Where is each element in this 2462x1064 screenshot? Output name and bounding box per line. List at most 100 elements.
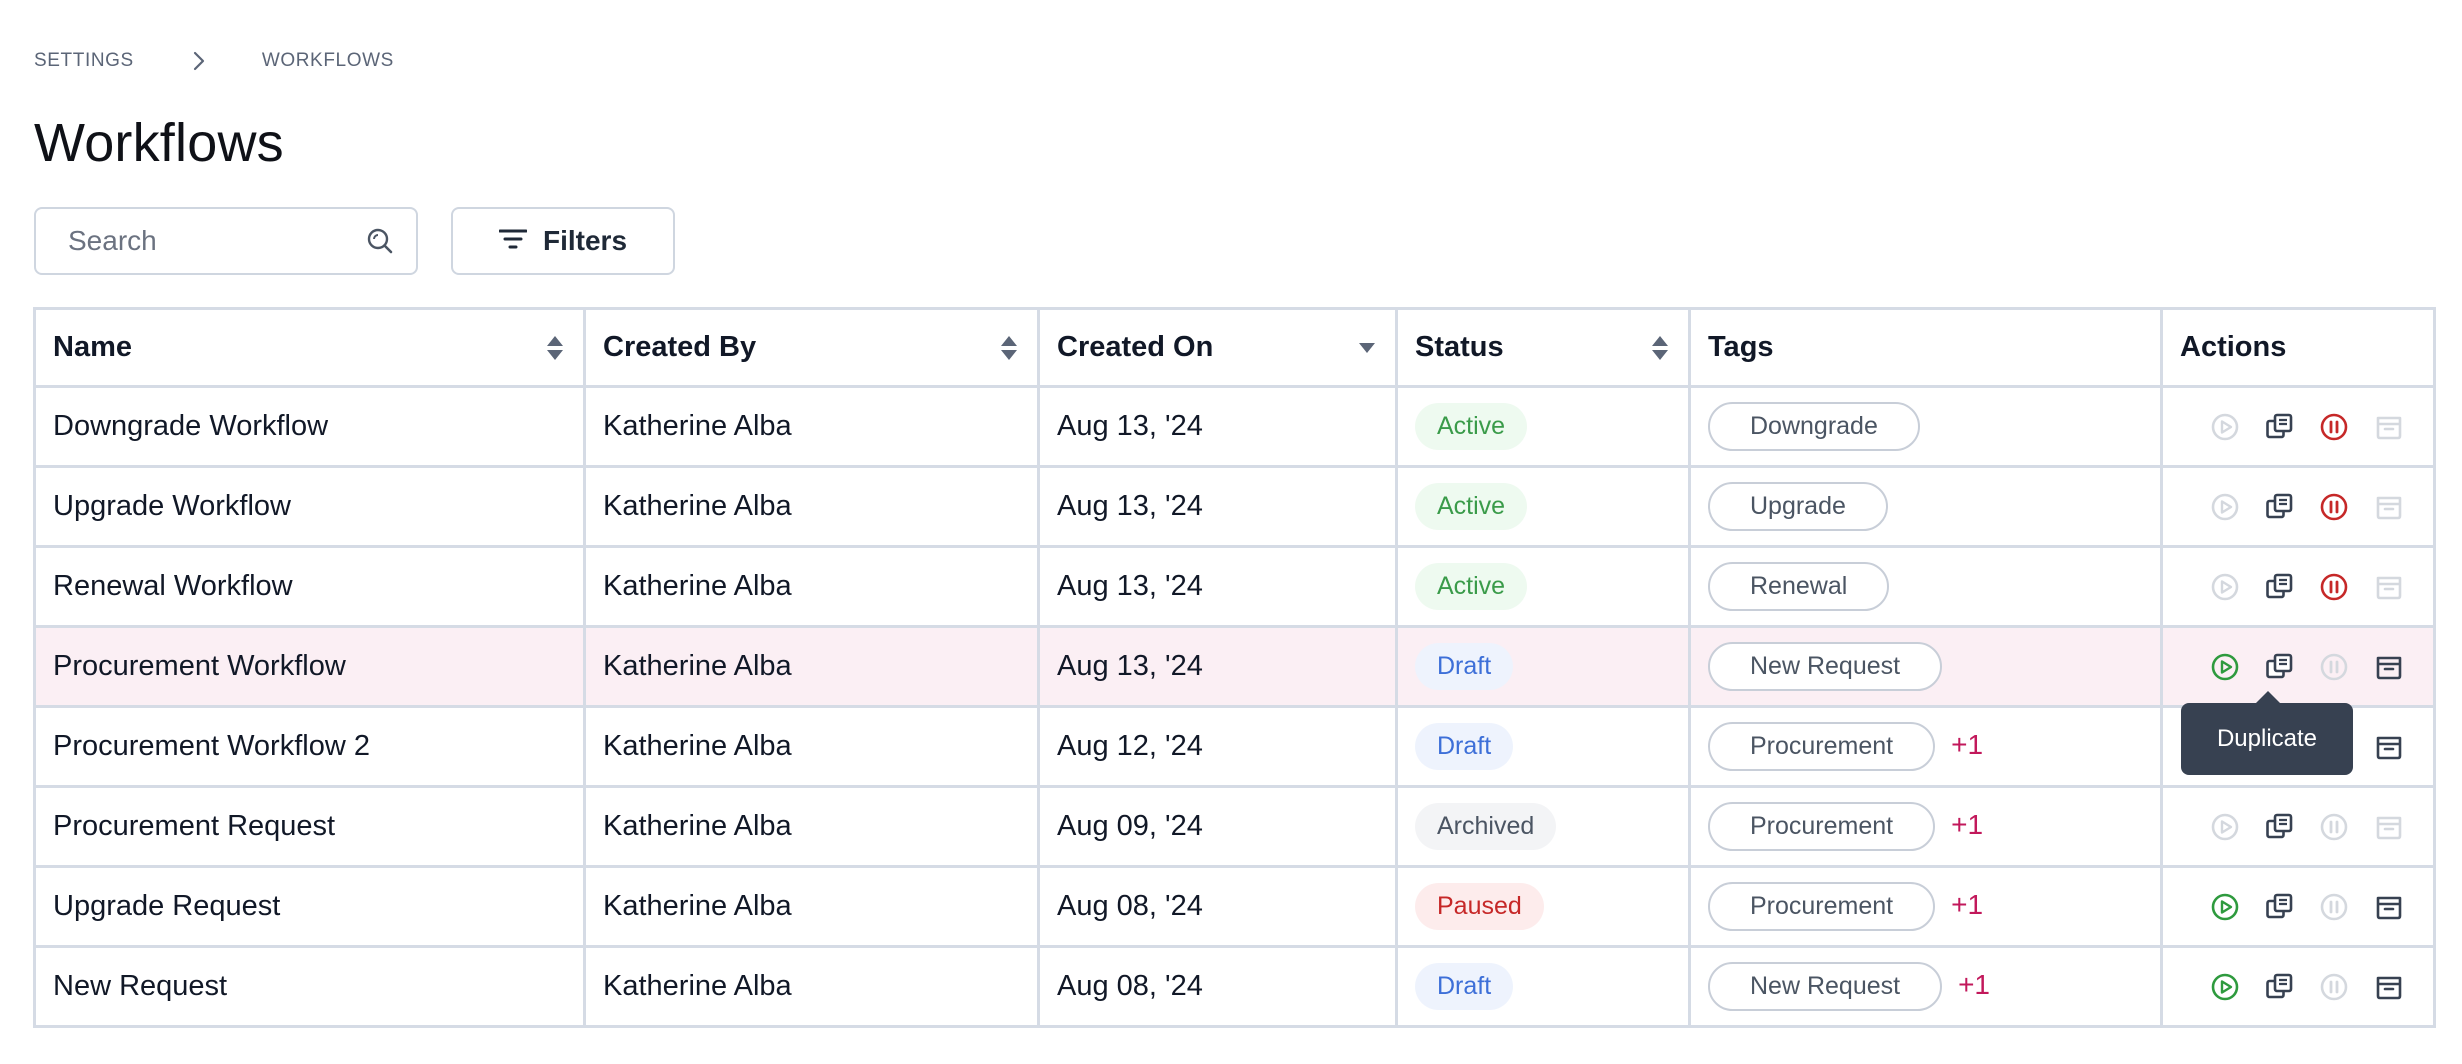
table-body: Downgrade Workflow Katherine Alba Aug 13… bbox=[33, 385, 2436, 1028]
table-row[interactable]: Upgrade Workflow Katherine Alba Aug 13, … bbox=[33, 465, 2436, 548]
duplicate-icon[interactable] bbox=[2253, 807, 2308, 847]
table-header-row: Name Created By Created On Status Tags A… bbox=[33, 307, 2436, 388]
pause-circle-icon[interactable] bbox=[2307, 407, 2362, 447]
column-header-created-by[interactable]: Created By bbox=[583, 307, 1040, 388]
archive-icon[interactable] bbox=[2362, 967, 2417, 1007]
status-badge: Paused bbox=[1415, 883, 1544, 930]
cell-tags: Renewal bbox=[1688, 545, 2163, 628]
search-input[interactable] bbox=[68, 225, 364, 257]
cell-created-on: Aug 13, '24 bbox=[1037, 385, 1398, 468]
cell-actions bbox=[2160, 945, 2436, 1028]
cell-created-by: Katherine Alba bbox=[583, 465, 1040, 548]
cell-name[interactable]: New Request bbox=[33, 945, 586, 1028]
play-circle-icon[interactable] bbox=[2198, 887, 2253, 927]
archive-icon bbox=[2362, 807, 2417, 847]
archive-icon[interactable] bbox=[2362, 727, 2417, 767]
column-header-status[interactable]: Status bbox=[1395, 307, 1691, 388]
play-circle-icon[interactable] bbox=[2198, 647, 2253, 687]
duplicate-icon[interactable] bbox=[2253, 567, 2308, 607]
cell-created-by: Katherine Alba bbox=[583, 785, 1040, 868]
archive-icon[interactable] bbox=[2362, 647, 2417, 687]
more-tags-link[interactable]: +1 bbox=[1951, 889, 1983, 920]
tag-chip[interactable]: New Request bbox=[1708, 962, 1943, 1011]
chevron-right-icon bbox=[188, 50, 210, 72]
row-actions bbox=[2180, 807, 2416, 847]
tag-chip[interactable]: Downgrade bbox=[1708, 402, 1920, 451]
cell-status: Archived bbox=[1395, 785, 1691, 868]
cell-created-on: Aug 09, '24 bbox=[1037, 785, 1398, 868]
play-circle-icon bbox=[2198, 407, 2253, 447]
cell-name[interactable]: Upgrade Request bbox=[33, 865, 586, 948]
cell-name[interactable]: Renewal Workflow bbox=[33, 545, 586, 628]
column-header-tags: Tags bbox=[1688, 307, 2163, 388]
pause-circle-icon[interactable] bbox=[2307, 567, 2362, 607]
cell-created-by: Katherine Alba bbox=[583, 705, 1040, 788]
archive-icon bbox=[2362, 567, 2417, 607]
tag-chip[interactable]: Renewal bbox=[1708, 562, 1890, 611]
play-circle-icon bbox=[2198, 807, 2253, 847]
search-icon[interactable] bbox=[364, 225, 396, 257]
search-box[interactable] bbox=[34, 207, 418, 275]
cell-name[interactable]: Procurement Workflow bbox=[33, 625, 586, 708]
filter-lines-icon bbox=[498, 225, 528, 257]
table-row[interactable]: Renewal Workflow Katherine Alba Aug 13, … bbox=[33, 545, 2436, 628]
tag-chip[interactable]: Upgrade bbox=[1708, 482, 1888, 531]
pause-circle-icon bbox=[2307, 807, 2362, 847]
cell-name[interactable]: Procurement Request bbox=[33, 785, 586, 868]
duplicate-icon[interactable] bbox=[2253, 647, 2308, 687]
column-header-created-on[interactable]: Created On bbox=[1037, 307, 1398, 388]
pause-circle-icon bbox=[2307, 647, 2362, 687]
tag-chip[interactable]: Procurement bbox=[1708, 882, 1936, 931]
cell-status: Draft bbox=[1395, 705, 1691, 788]
cell-tags: New Request +1 bbox=[1688, 945, 2163, 1028]
table-row[interactable]: Procurement Request Katherine Alba Aug 0… bbox=[33, 785, 2436, 868]
table-row[interactable]: Procurement Workflow Katherine Alba Aug … bbox=[33, 625, 2436, 708]
duplicate-tooltip: Duplicate bbox=[2181, 691, 2353, 775]
cell-created-by: Katherine Alba bbox=[583, 385, 1040, 468]
cell-status: Paused bbox=[1395, 865, 1691, 948]
duplicate-icon[interactable] bbox=[2253, 407, 2308, 447]
cell-created-on: Aug 13, '24 bbox=[1037, 465, 1398, 548]
more-tags-link[interactable]: +1 bbox=[1951, 729, 1983, 760]
more-tags-link[interactable]: +1 bbox=[1958, 969, 1990, 1000]
archive-icon[interactable] bbox=[2362, 887, 2417, 927]
cell-created-by: Katherine Alba bbox=[583, 865, 1040, 948]
play-circle-icon[interactable] bbox=[2198, 967, 2253, 1007]
page-title: Workflows bbox=[34, 113, 284, 173]
status-badge: Draft bbox=[1415, 963, 1514, 1010]
tag-chip[interactable]: New Request bbox=[1708, 642, 1943, 691]
table-row[interactable]: Downgrade Workflow Katherine Alba Aug 13… bbox=[33, 385, 2436, 468]
workflows-table-wrap: Name Created By Created On Status Tags A… bbox=[33, 307, 2436, 1028]
filters-button[interactable]: Filters bbox=[451, 207, 675, 275]
cell-status: Draft bbox=[1395, 625, 1691, 708]
tag-chip[interactable]: Procurement bbox=[1708, 722, 1936, 771]
more-tags-link[interactable]: +1 bbox=[1951, 809, 1983, 840]
cell-actions bbox=[2160, 465, 2436, 548]
status-badge: Active bbox=[1415, 563, 1528, 610]
status-badge: Draft bbox=[1415, 723, 1514, 770]
sort-updown-icon[interactable] bbox=[1649, 333, 1671, 363]
pause-circle-icon[interactable] bbox=[2307, 487, 2362, 527]
cell-created-on: Aug 13, '24 bbox=[1037, 545, 1398, 628]
workflows-page: SETTINGS WORKFLOWS Workflows Filters Nam… bbox=[0, 0, 2462, 1064]
table-row[interactable]: Upgrade Request Katherine Alba Aug 08, '… bbox=[33, 865, 2436, 948]
cell-tags: Procurement +1 bbox=[1688, 865, 2163, 948]
archive-icon bbox=[2362, 487, 2417, 527]
pause-circle-icon bbox=[2307, 887, 2362, 927]
cell-name[interactable]: Procurement Workflow 2 bbox=[33, 705, 586, 788]
table-row[interactable]: Procurement Workflow 2 Katherine Alba Au… bbox=[33, 705, 2436, 788]
table-row[interactable]: New Request Katherine Alba Aug 08, '24 D… bbox=[33, 945, 2436, 1028]
cell-name[interactable]: Upgrade Workflow bbox=[33, 465, 586, 548]
cell-created-by: Katherine Alba bbox=[583, 625, 1040, 708]
sort-updown-icon[interactable] bbox=[998, 333, 1020, 363]
archive-icon bbox=[2362, 407, 2417, 447]
breadcrumb-settings[interactable]: SETTINGS bbox=[34, 50, 134, 72]
duplicate-icon[interactable] bbox=[2253, 887, 2308, 927]
duplicate-icon[interactable] bbox=[2253, 967, 2308, 1007]
cell-name[interactable]: Downgrade Workflow bbox=[33, 385, 586, 468]
duplicate-icon[interactable] bbox=[2253, 487, 2308, 527]
caret-down-icon[interactable] bbox=[1356, 333, 1378, 363]
column-header-name[interactable]: Name bbox=[33, 307, 586, 388]
tag-chip[interactable]: Procurement bbox=[1708, 802, 1936, 851]
sort-updown-icon[interactable] bbox=[544, 333, 566, 363]
